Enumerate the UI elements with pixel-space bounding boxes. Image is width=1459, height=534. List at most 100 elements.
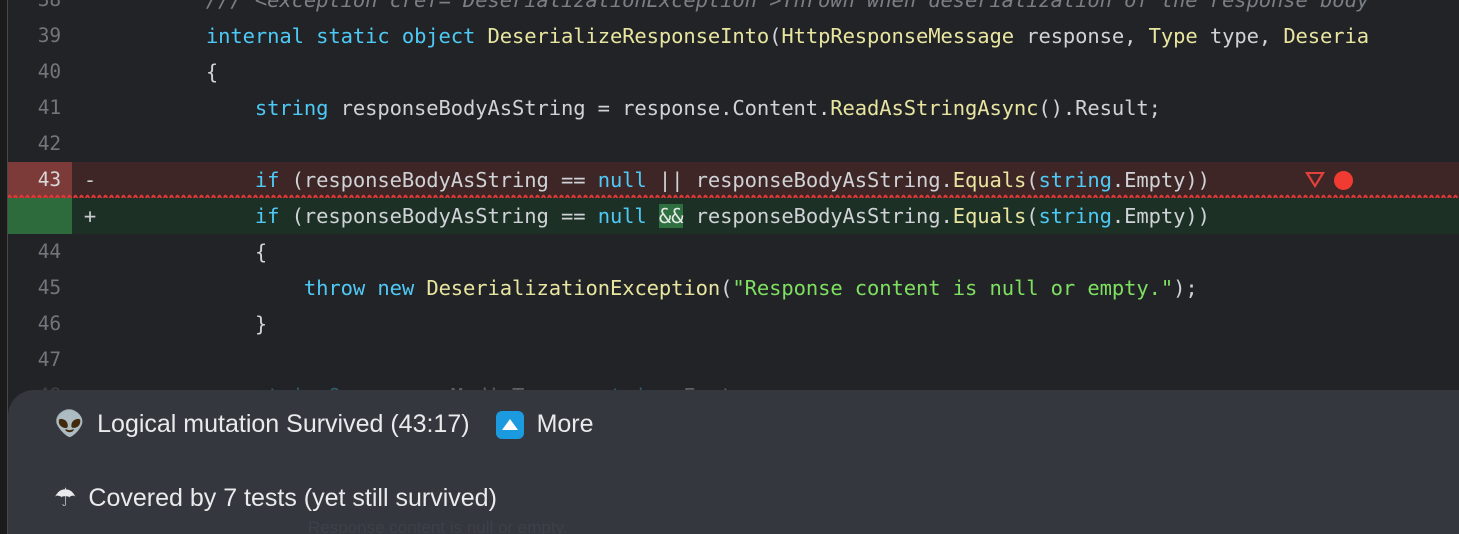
code-line[interactable]: 43- if (responseBodyAsString == null || …	[8, 162, 1459, 199]
code-token: null	[597, 204, 647, 228]
line-number: 43	[8, 162, 72, 198]
code-token: ||	[658, 168, 684, 192]
code-line[interactable]: 40 {	[8, 54, 1459, 90]
diff-marker	[72, 342, 108, 378]
code-token: ))	[1185, 168, 1210, 192]
code-text: internal static object DeserializeRespon…	[108, 18, 1369, 54]
line-number: 44	[37, 240, 61, 263]
umbrella-emoji-icon: ☂	[54, 484, 77, 512]
code-token: (	[1026, 168, 1039, 192]
code-text: if (responseBodyAsString == null && resp…	[108, 198, 1210, 234]
code-token: ))	[1185, 204, 1210, 228]
code-token: (	[291, 168, 304, 192]
code-token: Equals	[952, 204, 1027, 228]
code-line[interactable]: + if (responseBodyAsString == null && re…	[8, 198, 1459, 234]
diff-marker	[72, 270, 108, 306]
line-end-markers	[1305, 162, 1353, 198]
line-number: 38	[8, 0, 72, 18]
code-token: .Empty	[1111, 204, 1186, 228]
code-line[interactable]: 41 string responseBodyAsString = respons…	[8, 90, 1459, 126]
code-token: {	[108, 240, 268, 264]
code-token: "Response content is null or empty."	[732, 276, 1174, 300]
code-token: )	[1173, 276, 1186, 300]
code-token: .Result;	[1062, 96, 1161, 120]
code-token: /// <exception cref="DeserializationExce…	[108, 0, 1369, 12]
diff-marker	[72, 54, 108, 90]
triangle-up-icon[interactable]	[495, 410, 524, 439]
code-token: Equals	[952, 168, 1027, 192]
more-link-label[interactable]: More	[537, 410, 594, 439]
line-number: 40	[37, 60, 61, 83]
code-token: }	[108, 312, 268, 336]
code-token: responseBodyAsString.	[683, 204, 953, 228]
code-token: responseBodyAsString = response.Content.	[328, 96, 831, 120]
code-token: DeserializationException	[426, 276, 721, 300]
code-line-list: 38 /// <exception cref="DeserializationE…	[8, 0, 1459, 414]
code-text: /// <exception cref="DeserializationExce…	[108, 0, 1369, 18]
coverage-row: ☂ Covered by 7 tests (yet still survived…	[54, 484, 497, 513]
code-line[interactable]: 39 internal static object DeserializeRes…	[8, 18, 1459, 54]
line-number: 45	[37, 276, 61, 299]
code-line[interactable]: 47	[8, 342, 1459, 378]
code-token: ()	[1038, 96, 1063, 120]
code-token: ReadAsStringAsync	[830, 96, 1039, 120]
code-token: responseBodyAsString.	[683, 168, 953, 192]
code-token: (	[720, 276, 733, 300]
code-token: string	[1038, 168, 1112, 192]
code-token: ;	[1185, 276, 1198, 300]
diff-marker	[72, 234, 108, 270]
code-token: (	[1026, 204, 1039, 228]
code-line[interactable]: 44 {	[8, 234, 1459, 270]
code-token: {	[108, 60, 219, 84]
code-token: type,	[1197, 24, 1284, 48]
code-token: if	[254, 204, 280, 228]
code-token: string	[1038, 204, 1112, 228]
code-token: DeserializeResponseInto	[487, 24, 770, 48]
mutation-testing-panel[interactable]: 👽 Logical mutation Survived (43:17) More…	[8, 390, 1459, 534]
code-text: if (responseBodyAsString == null || resp…	[108, 162, 1210, 198]
code-token: responseBodyAsString ==	[303, 204, 598, 228]
code-token: internal	[205, 24, 304, 48]
line-number: 47	[37, 348, 61, 371]
line-number: 42	[37, 132, 61, 155]
code-token: null	[597, 168, 647, 192]
code-token: throw	[303, 276, 366, 300]
code-text: throw new DeserializationException("Resp…	[108, 270, 1198, 306]
triangle-down-icon[interactable]	[1305, 172, 1325, 188]
diff-marker	[72, 126, 108, 162]
code-token: (	[769, 24, 782, 48]
code-token: new	[377, 276, 415, 300]
panel-ghost-text: Response content is null or empty.	[308, 518, 568, 534]
breakpoint-dot-icon[interactable]	[1334, 170, 1353, 190]
coverage-label: Covered by 7 tests (yet still survived)	[88, 484, 497, 512]
mutation-status-label: Logical mutation Survived (43:17)	[97, 410, 470, 438]
code-token: (	[291, 204, 304, 228]
code-line[interactable]: 46 }	[8, 306, 1459, 342]
diff-marker	[72, 90, 108, 126]
code-token: Type	[1148, 24, 1198, 48]
code-token: Deseria	[1283, 24, 1370, 48]
diff-marker: +	[83, 204, 97, 228]
code-token: .Empty	[1111, 168, 1186, 192]
code-line[interactable]: 45 throw new DeserializationException("R…	[8, 270, 1459, 306]
code-token: HttpResponseMessage	[781, 24, 1014, 48]
code-line[interactable]: 38 /// <exception cref="DeserializationE…	[8, 0, 1459, 18]
code-text: string responseBodyAsString = response.C…	[108, 90, 1161, 126]
code-line[interactable]: 42	[8, 126, 1459, 162]
code-token: response,	[1013, 24, 1149, 48]
code-token: if	[254, 168, 280, 192]
line-number: 39	[37, 24, 61, 47]
code-token: static	[316, 24, 390, 48]
alien-emoji-icon: 👽	[54, 410, 86, 438]
